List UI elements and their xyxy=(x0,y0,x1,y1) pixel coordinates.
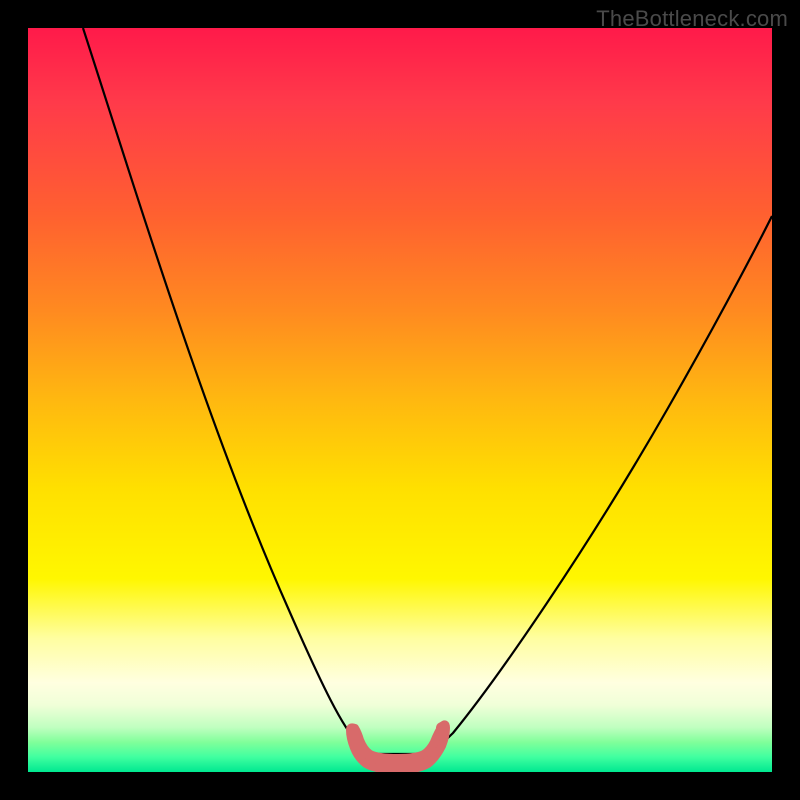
watermark-text: TheBottleneck.com xyxy=(596,6,788,32)
chart-svg xyxy=(28,28,772,772)
optimal-zone-marker xyxy=(350,724,446,770)
chart-plot-area xyxy=(28,28,772,772)
bottleneck-curve-line xyxy=(83,28,772,754)
optimal-marker-dot-left xyxy=(347,726,359,738)
optimal-marker-dot-right xyxy=(436,722,448,734)
